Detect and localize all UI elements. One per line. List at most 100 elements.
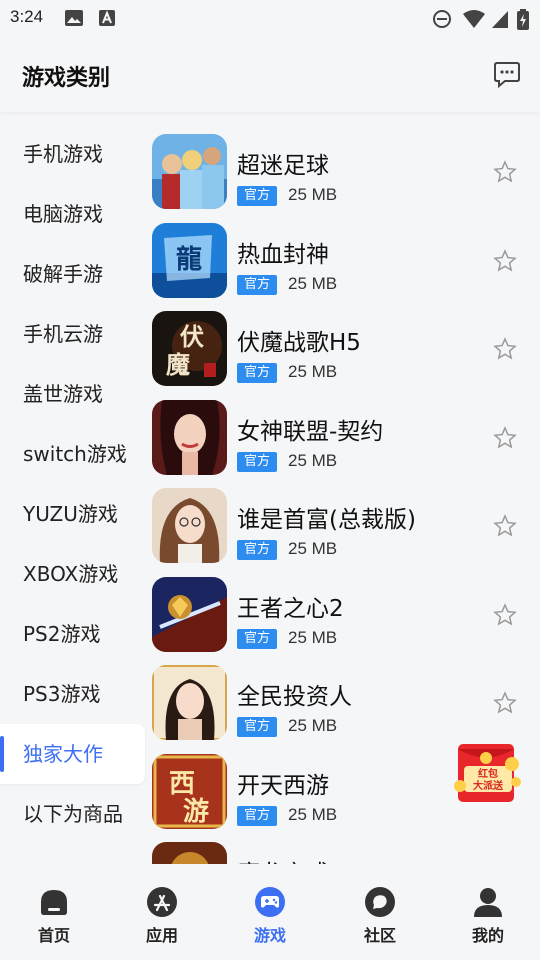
- official-badge: 官方: [237, 717, 277, 737]
- category-item[interactable]: PS2游戏: [0, 604, 145, 664]
- category-item[interactable]: XBOX游戏: [0, 544, 145, 604]
- a-notification-icon: [99, 10, 115, 26]
- game-size: 25 MB: [288, 805, 338, 824]
- category-label: 手机云游: [23, 322, 103, 346]
- category-label: PS3游戏: [23, 682, 101, 706]
- game-name: 谁是首富(总裁版): [237, 507, 416, 533]
- nav-home[interactable]: 首页: [14, 882, 94, 945]
- signal-icon: [492, 11, 508, 28]
- category-item[interactable]: 手机游戏: [0, 124, 145, 184]
- game-row[interactable]: 龍 热血封神 官方 25 MB: [148, 221, 540, 309]
- game-size: 25 MB: [288, 716, 338, 735]
- dragon-ring-game-icon: [152, 842, 227, 864]
- game-row[interactable]: 女神联盟-契约 官方 25 MB: [148, 398, 540, 486]
- nav-profile[interactable]: 我的: [448, 882, 528, 945]
- svg-text:魔: 魔: [166, 350, 190, 379]
- nav-label: 首页: [37, 926, 70, 945]
- gamepad-icon: [255, 887, 285, 917]
- favorite-star-icon[interactable]: [493, 426, 517, 450]
- game-name: 全民投资人: [237, 684, 352, 710]
- category-label: 以下为商品: [23, 802, 123, 826]
- status-bar: 3:24: [0, 0, 540, 36]
- svg-text:伏: 伏: [180, 322, 204, 351]
- profile-icon: [474, 888, 502, 917]
- category-sidebar[interactable]: 手机游戏 电脑游戏 破解手游 手机云游 盖世游戏 switch游戏 YUZU游戏…: [0, 112, 148, 864]
- category-label: PS2游戏: [23, 622, 101, 646]
- nav-label: 应用: [145, 926, 178, 945]
- game-name: 女神联盟-契约: [237, 419, 384, 445]
- game-row[interactable]: 伏 魔 伏魔战歌H5 官方 25 MB: [148, 309, 540, 397]
- fengshen-game-icon: 龍: [152, 223, 227, 298]
- game-row[interactable]: 超迷足球 官方 25 MB: [148, 132, 540, 220]
- goddess-game-icon: [152, 400, 227, 475]
- category-item[interactable]: 以下为商品: [0, 784, 145, 844]
- page-title: 游戏类别: [22, 66, 111, 91]
- game-size: 25 MB: [288, 539, 338, 558]
- category-item[interactable]: switch游戏: [0, 424, 145, 484]
- category-label: switch游戏: [23, 442, 127, 466]
- favorite-star-icon[interactable]: [493, 603, 517, 627]
- category-label: 破解手游: [23, 262, 103, 286]
- category-item[interactable]: YUZU游戏: [0, 484, 145, 544]
- dnd-icon: [433, 10, 451, 28]
- official-badge: 官方: [237, 275, 277, 295]
- svg-text:龍: 龍: [176, 244, 202, 275]
- nav-community[interactable]: 社区: [340, 882, 420, 945]
- category-item[interactable]: 破解手游: [0, 244, 145, 304]
- favorite-star-icon[interactable]: [493, 160, 517, 184]
- game-row[interactable]: 谁是首富(总裁版) 官方 25 MB: [148, 486, 540, 574]
- game-name: 魔龙之戒H5: [237, 854, 361, 864]
- kingheart-game-icon: [152, 577, 227, 652]
- app-store-icon: [147, 887, 177, 917]
- category-item[interactable]: 盖世游戏: [0, 364, 145, 424]
- nav-apps[interactable]: 应用: [122, 882, 202, 945]
- category-label: XBOX游戏: [23, 562, 119, 586]
- official-badge: 官方: [237, 629, 277, 649]
- nav-games[interactable]: 游戏: [230, 882, 310, 945]
- official-badge: 官方: [237, 363, 277, 383]
- fumo-game-icon: 伏 魔: [152, 311, 227, 386]
- wifi-icon: [463, 10, 485, 28]
- red-packet-icon[interactable]: 红包 大派送: [450, 740, 528, 806]
- category-item[interactable]: PS3游戏: [0, 664, 145, 724]
- official-badge: 官方: [237, 186, 277, 206]
- game-name: 超迷足球: [237, 153, 329, 179]
- game-size: 25 MB: [288, 628, 338, 647]
- nav-label: 游戏: [253, 926, 286, 945]
- battery-icon: [517, 9, 529, 30]
- favorite-star-icon[interactable]: [493, 249, 517, 273]
- bottom-navigation: 首页 应用 游戏 社区 我的: [0, 864, 540, 960]
- category-label: 电脑游戏: [23, 202, 103, 226]
- home-icon: [41, 890, 67, 915]
- nav-label: 我的: [471, 926, 504, 945]
- community-icon: [365, 887, 395, 917]
- game-row[interactable]: 魔龙之戒H5: [148, 840, 540, 864]
- category-item-active[interactable]: 独家大作: [0, 724, 145, 784]
- category-item[interactable]: 手机云游: [0, 304, 145, 364]
- football-game-icon: [152, 134, 227, 209]
- game-row[interactable]: 王者之心2 官方 25 MB: [148, 575, 540, 663]
- category-label: YUZU游戏: [23, 502, 118, 526]
- game-name: 开天西游: [237, 773, 329, 799]
- header: 游戏类别: [0, 36, 540, 112]
- favorite-star-icon[interactable]: [493, 337, 517, 361]
- category-label: 手机游戏: [23, 142, 103, 166]
- game-size: 25 MB: [288, 274, 338, 293]
- message-icon[interactable]: [493, 60, 521, 88]
- svg-text:游: 游: [183, 797, 209, 827]
- favorite-star-icon[interactable]: [493, 514, 517, 538]
- game-size: 25 MB: [288, 362, 338, 381]
- red-packet-line1: 红包: [478, 767, 498, 780]
- category-item[interactable]: 电脑游戏: [0, 184, 145, 244]
- nav-label: 社区: [363, 926, 396, 945]
- game-name: 伏魔战歌H5: [237, 330, 361, 356]
- richest-game-icon: [152, 488, 227, 563]
- image-notification-icon: [65, 10, 83, 26]
- game-row[interactable]: 全民投资人 官方 25 MB: [148, 663, 540, 751]
- game-name: 王者之心2: [237, 596, 344, 622]
- category-item[interactable]: 手柄合集: [0, 844, 145, 864]
- favorite-star-icon[interactable]: [493, 691, 517, 715]
- category-label: 盖世游戏: [23, 382, 103, 406]
- active-indicator: [0, 736, 4, 772]
- svg-text:西: 西: [169, 769, 195, 799]
